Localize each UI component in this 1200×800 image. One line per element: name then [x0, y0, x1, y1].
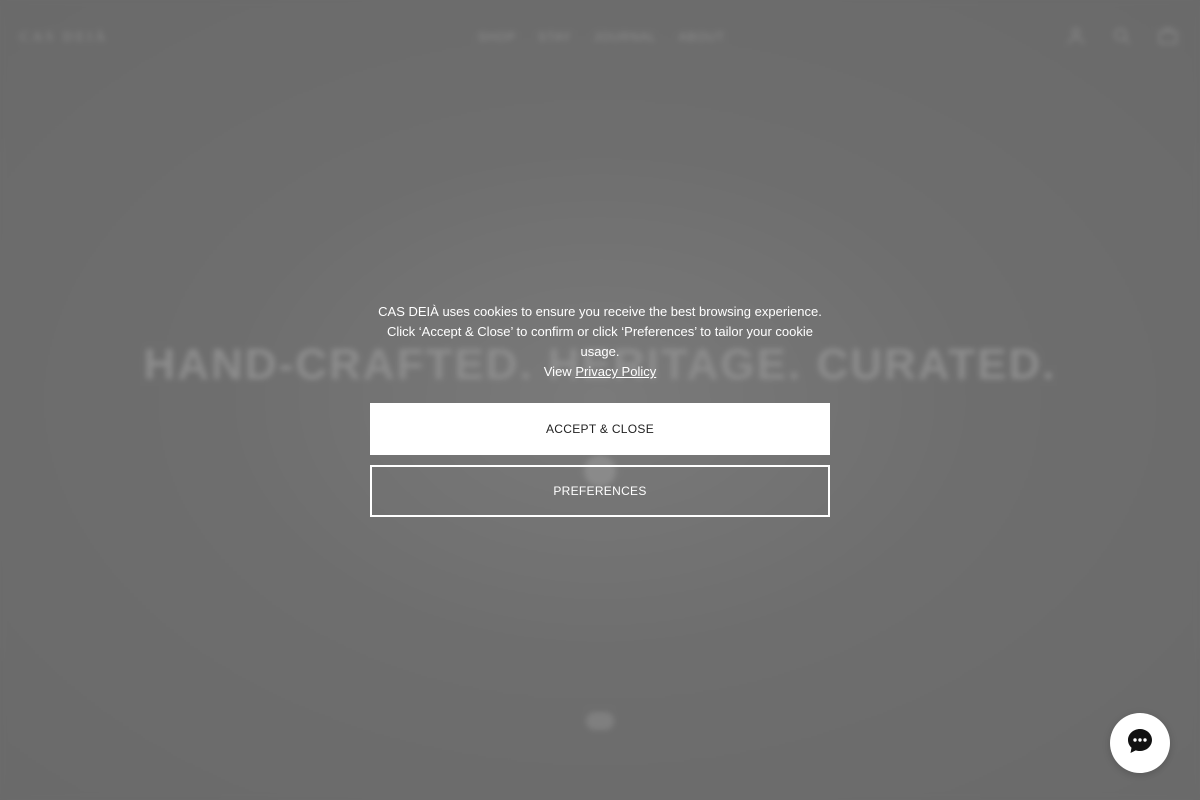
cookie-banner: CAS DEIÀ uses cookies to ensure you rece…: [370, 302, 830, 517]
site-logo[interactable]: CAS DEIÀ: [20, 30, 108, 46]
cookie-message-line-2: Click ‘Accept & Close’ to confirm or cli…: [386, 324, 814, 359]
nav-item-about[interactable]: ABOUT: [679, 30, 725, 44]
main-nav: SHOP STAY JOURNAL ABOUT: [478, 30, 725, 44]
cookie-message-line-1: CAS DEIÀ uses cookies to ensure you rece…: [378, 304, 822, 319]
account-icon[interactable]: [1066, 26, 1086, 46]
accept-and-close-button[interactable]: ACCEPT & CLOSE: [370, 403, 830, 455]
chat-bubble-icon: [1125, 726, 1155, 761]
preferences-button[interactable]: PREFERENCES: [370, 465, 830, 517]
scroll-down-icon: [586, 712, 614, 730]
privacy-policy-link[interactable]: Privacy Policy: [575, 364, 656, 379]
site-header: CAS DEIÀ SHOP STAY JOURNAL ABOUT: [0, 0, 1200, 76]
nav-item-shop[interactable]: SHOP: [478, 30, 516, 44]
search-icon[interactable]: [1112, 26, 1132, 46]
cookie-view-prefix: View: [543, 364, 572, 379]
header-icons: [1066, 26, 1178, 46]
cookie-message-line-3: View Privacy Policy: [370, 362, 830, 382]
nav-item-stay[interactable]: STAY: [538, 30, 572, 44]
cookie-message: CAS DEIÀ uses cookies to ensure you rece…: [370, 302, 830, 382]
bag-icon[interactable]: [1158, 26, 1178, 46]
nav-item-journal[interactable]: JOURNAL: [594, 30, 657, 44]
chat-button[interactable]: [1110, 713, 1170, 773]
